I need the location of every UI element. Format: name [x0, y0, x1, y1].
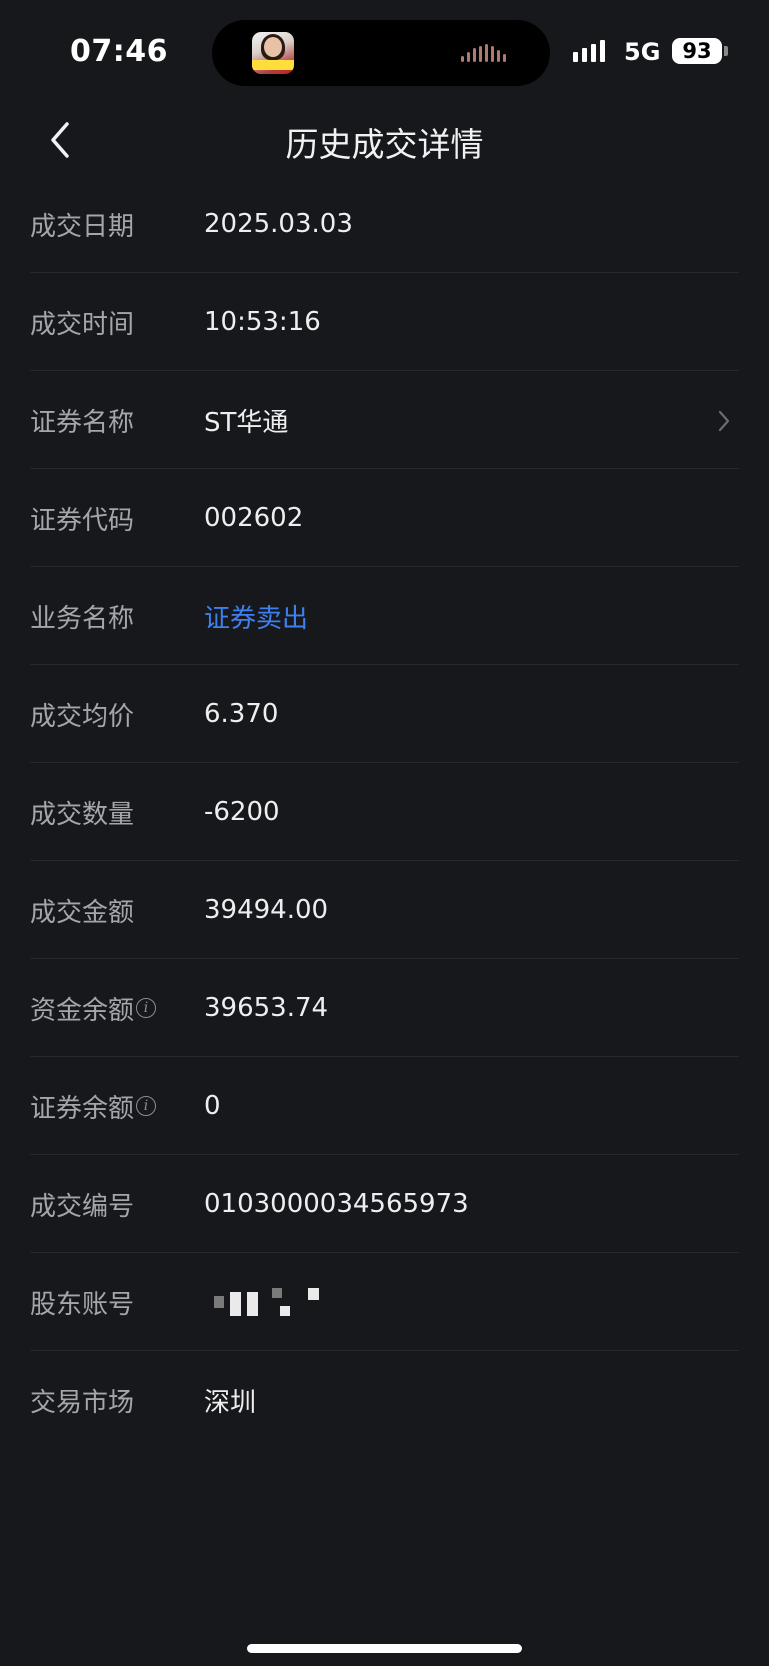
row-value: 10:53:16	[204, 307, 321, 337]
business-name-link[interactable]: 证券卖出	[204, 598, 308, 635]
battery-tip	[724, 46, 728, 56]
now-playing-thumbnail	[252, 32, 294, 74]
row-label: 交易市场	[30, 1387, 135, 1418]
row-label: 成交日期	[30, 211, 135, 242]
row-trade-time: 成交时间 10:53:16	[0, 273, 769, 371]
row-label: 证券代码	[30, 505, 135, 536]
signal-icon	[573, 40, 605, 62]
row-label: 证券名称	[30, 407, 135, 438]
home-indicator[interactable]	[247, 1644, 522, 1653]
row-label: 证券余额	[30, 1093, 135, 1124]
battery-level: 93	[682, 39, 712, 63]
row-security-balance: 证券余额 i 0	[0, 1057, 769, 1155]
row-market: 交易市场 深圳	[0, 1351, 769, 1449]
row-value: ST华通	[204, 407, 289, 438]
trade-detail-list: 成交日期 2025.03.03 成交时间 10:53:16 证券名称 ST华通 …	[0, 175, 769, 1449]
page-title: 历史成交详情	[285, 125, 484, 164]
row-trade-date: 成交日期 2025.03.03	[0, 175, 769, 273]
row-security-name[interactable]: 证券名称 ST华通	[0, 371, 769, 469]
network-type: 5G	[624, 38, 661, 66]
row-trade-number: 成交编号 0103000034565973	[0, 1155, 769, 1253]
row-security-code: 证券代码 002602	[0, 469, 769, 567]
status-time: 07:46	[70, 34, 168, 69]
audio-wave-icon	[461, 44, 506, 62]
row-label: 成交时间	[30, 309, 135, 340]
dynamic-island[interactable]	[212, 20, 550, 86]
row-label-with-info: 证券余额 i	[30, 1088, 157, 1125]
row-label-with-info: 资金余额 i	[30, 990, 157, 1027]
row-amount: 成交金额 39494.00	[0, 861, 769, 959]
row-label: 股东账号	[30, 1289, 135, 1320]
row-value: 39494.00	[204, 895, 329, 925]
row-label: 资金余额	[30, 995, 135, 1026]
row-avg-price: 成交均价 6.370	[0, 665, 769, 763]
row-label: 成交金额	[30, 897, 135, 928]
masked-account-value	[214, 1288, 319, 1316]
row-value: -6200	[204, 797, 280, 827]
row-value: 深圳	[204, 1387, 257, 1418]
row-value: 39653.74	[204, 993, 329, 1023]
row-label: 业务名称	[30, 603, 135, 634]
row-label: 成交编号	[30, 1191, 135, 1222]
row-label: 成交均价	[30, 701, 135, 732]
row-quantity: 成交数量 -6200	[0, 763, 769, 861]
row-label: 成交数量	[30, 799, 135, 830]
battery-icon: 93	[672, 38, 722, 64]
row-value: 2025.03.03	[204, 209, 353, 239]
row-value: 0	[204, 1091, 221, 1121]
row-value: 002602	[204, 503, 304, 533]
row-business-name: 业务名称 证券卖出	[0, 567, 769, 665]
nav-bar: 历史成交详情	[0, 100, 769, 180]
row-shareholder-account: 股东账号	[0, 1253, 769, 1351]
row-value: 6.370	[204, 699, 279, 729]
status-bar: 07:46 5G 93	[0, 0, 769, 100]
info-icon[interactable]: i	[136, 1096, 157, 1116]
info-icon[interactable]: i	[136, 998, 157, 1018]
row-fund-balance: 资金余额 i 39653.74	[0, 959, 769, 1057]
chevron-right-icon	[718, 410, 730, 432]
row-value: 0103000034565973	[204, 1189, 469, 1219]
